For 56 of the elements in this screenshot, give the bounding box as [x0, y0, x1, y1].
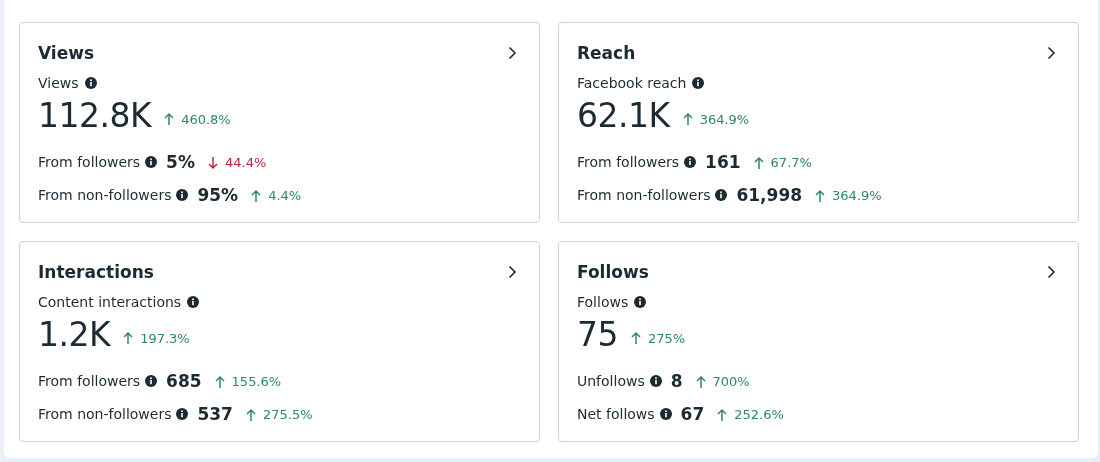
metric-label: Content interactions: [38, 294, 182, 310]
breakdown-label: From non-followers: [38, 186, 172, 203]
breakdown-label: Net follows: [577, 405, 655, 422]
breakdown-value: 61,998: [736, 184, 803, 205]
chevron-right-icon[interactable]: [508, 46, 517, 60]
info-icon[interactable]: [145, 155, 158, 168]
breakdown-value: 161: [705, 151, 741, 172]
breakdown-label: From followers: [38, 372, 141, 389]
change-percent: 155.6%: [231, 374, 282, 389]
info-icon[interactable]: [84, 77, 97, 89]
breakdown-value: 537: [197, 403, 233, 424]
breakdown-label: From non-followers: [577, 186, 711, 203]
card-title: Views: [38, 43, 95, 63]
breakdown-label: From followers: [38, 153, 141, 170]
change-percent: 197.3%: [140, 330, 190, 346]
change-percent: 44.4%: [224, 155, 267, 170]
card-title: Interactions: [38, 262, 154, 282]
change-percent: 364.9%: [832, 188, 882, 203]
change-percent: 4.4%: [268, 188, 302, 203]
breakdown-value: 95%: [197, 184, 239, 205]
card-title: Follows: [577, 262, 649, 282]
metric-value: 62.1K: [577, 95, 670, 135]
info-icon[interactable]: [634, 296, 647, 308]
breakdown-label: From followers: [577, 153, 680, 170]
breakdown-label: Unfollows: [577, 372, 645, 389]
info-icon[interactable]: [659, 407, 672, 420]
change-percent: 275.5%: [262, 407, 313, 422]
metric-value: 75: [577, 314, 618, 354]
breakdown-value: 5%: [166, 151, 195, 172]
change-percent: 700%: [712, 374, 750, 389]
change-percent: 364.9%: [699, 111, 750, 127]
metric-label: Facebook reach: [577, 75, 687, 91]
info-icon[interactable]: [649, 374, 662, 387]
card-title: Reach: [577, 43, 636, 63]
breakdown-value: 685: [166, 370, 202, 391]
metric-label: Follows: [577, 294, 629, 310]
chevron-right-icon[interactable]: [1047, 265, 1056, 279]
info-icon[interactable]: [692, 77, 705, 89]
metric-value: 1.2K: [38, 314, 111, 354]
info-icon[interactable]: [715, 188, 728, 201]
info-icon[interactable]: [145, 374, 158, 387]
info-icon[interactable]: [684, 155, 697, 168]
breakdown-value: 8: [670, 370, 683, 391]
breakdown-value: 67: [680, 403, 705, 424]
chevron-right-icon[interactable]: [508, 265, 517, 279]
change-percent: 67.7%: [770, 155, 812, 170]
info-icon[interactable]: [176, 188, 189, 201]
change-percent: 460.8%: [181, 111, 231, 127]
breakdown-label: From non-followers: [38, 405, 172, 422]
chevron-right-icon[interactable]: [1047, 46, 1056, 60]
info-icon[interactable]: [176, 407, 189, 420]
change-percent: 252.6%: [734, 407, 784, 422]
metric-value: 112.8K: [38, 95, 152, 135]
change-percent: 275%: [648, 330, 686, 346]
info-icon[interactable]: [187, 296, 200, 308]
metric-label: Views: [38, 75, 79, 91]
